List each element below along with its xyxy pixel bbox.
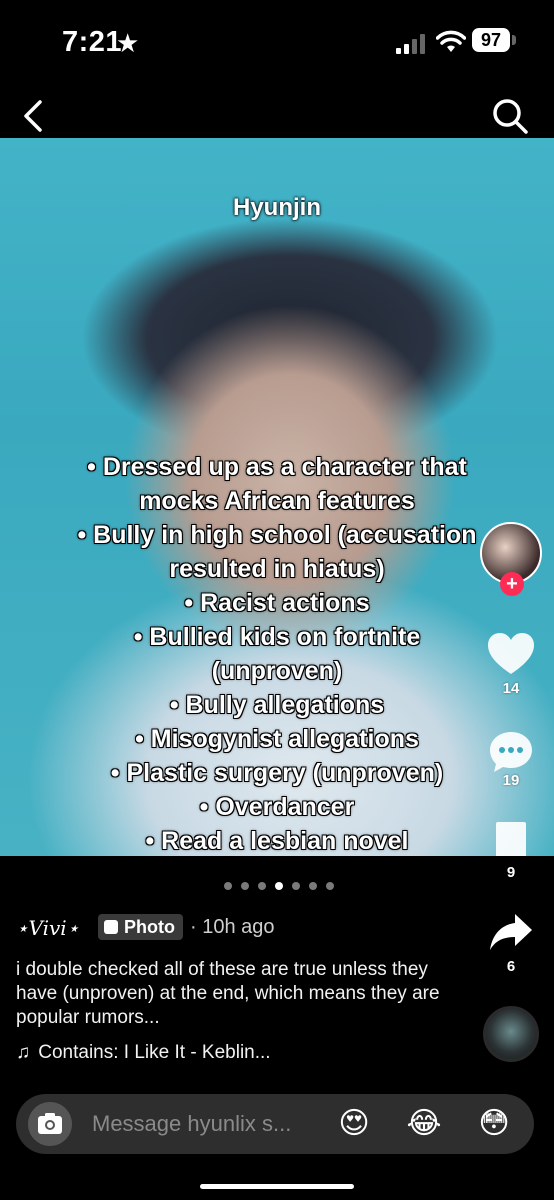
photo-icon xyxy=(104,920,118,934)
heart-icon[interactable] xyxy=(487,632,535,676)
music-note-icon: ♫ xyxy=(16,1042,31,1063)
overlay-line: • Bully allegations xyxy=(169,691,385,720)
battery-tip xyxy=(512,35,516,45)
photo-badge: Photo xyxy=(98,914,183,940)
overlay-line: • Overdancer xyxy=(199,793,355,822)
chevron-left-icon[interactable] xyxy=(16,96,52,136)
like-count: 14 xyxy=(502,680,520,697)
home-indicator xyxy=(200,1184,354,1189)
clock: 7:21 xyxy=(62,26,123,58)
overlay-line: • Plastic surgery (unproven) xyxy=(110,759,444,788)
carousel-dot xyxy=(309,882,317,890)
share-count: 6 xyxy=(506,958,516,975)
overlay-line: • Racist actions xyxy=(184,589,370,618)
author-name[interactable]: ⋆Vivi⋆ xyxy=(16,916,79,940)
music-disc[interactable] xyxy=(483,1006,539,1062)
message-input[interactable] xyxy=(92,1094,302,1154)
bookmark-count: 9 xyxy=(506,864,516,881)
overlay-line: • Misogynist allegations xyxy=(135,725,420,754)
emoji-heart-eyes-button[interactable]: 😍 xyxy=(336,1106,372,1142)
overlay-text-list: • Dressed up as a character that mocks A… xyxy=(20,450,534,856)
music-row[interactable]: ♫ Contains: I Like It - Keblin... xyxy=(16,1042,271,1064)
post-caption[interactable]: i double checked all of these are true u… xyxy=(16,958,456,1030)
carousel-dot xyxy=(224,882,232,890)
carousel-dot-active xyxy=(275,882,283,890)
comment-icon[interactable] xyxy=(488,730,534,774)
star-icon: ★ xyxy=(116,28,140,58)
share-icon[interactable] xyxy=(488,912,534,954)
post-photo[interactable]: Hyunjin • Dressed up as a character that… xyxy=(0,138,554,856)
wifi-icon xyxy=(436,30,466,52)
signal-icon xyxy=(396,34,425,54)
overlay-line: resulted in hiatus) xyxy=(169,555,385,584)
photo-badge-label: Photo xyxy=(124,917,175,937)
search-icon[interactable] xyxy=(490,96,530,136)
overlay-line: • Dressed up as a character that xyxy=(87,453,468,482)
emoji-flushed-button[interactable]: 😳 xyxy=(476,1106,512,1142)
post-time: · 10h ago xyxy=(190,916,275,938)
battery-level: 97 xyxy=(472,28,510,52)
message-bar: 😍 😂 😳 xyxy=(16,1094,534,1154)
overlay-line: • Bully in high school (accusation xyxy=(77,521,477,550)
comment-count: 19 xyxy=(502,772,520,789)
bookmark-icon[interactable] xyxy=(492,822,530,856)
camera-icon[interactable] xyxy=(28,1102,72,1146)
overlay-line: mocks African features xyxy=(139,487,416,516)
music-label: Contains: I Like It - Keblin... xyxy=(38,1042,271,1063)
carousel-dot xyxy=(292,882,300,890)
carousel-dot xyxy=(326,882,334,890)
status-bar: 7:21 ★ 97 xyxy=(0,0,554,90)
overlay-line: • Read a lesbian novel xyxy=(145,827,409,856)
overlay-line: (unproven) xyxy=(211,657,343,686)
overlay-line: • Bullied kids on fortnite xyxy=(133,623,421,652)
emoji-tears-of-joy-button[interactable]: 😂 xyxy=(406,1106,442,1142)
carousel-dot xyxy=(258,882,266,890)
photo-title: Hyunjin xyxy=(233,194,321,221)
follow-button[interactable]: + xyxy=(500,572,524,596)
carousel-dot xyxy=(241,882,249,890)
